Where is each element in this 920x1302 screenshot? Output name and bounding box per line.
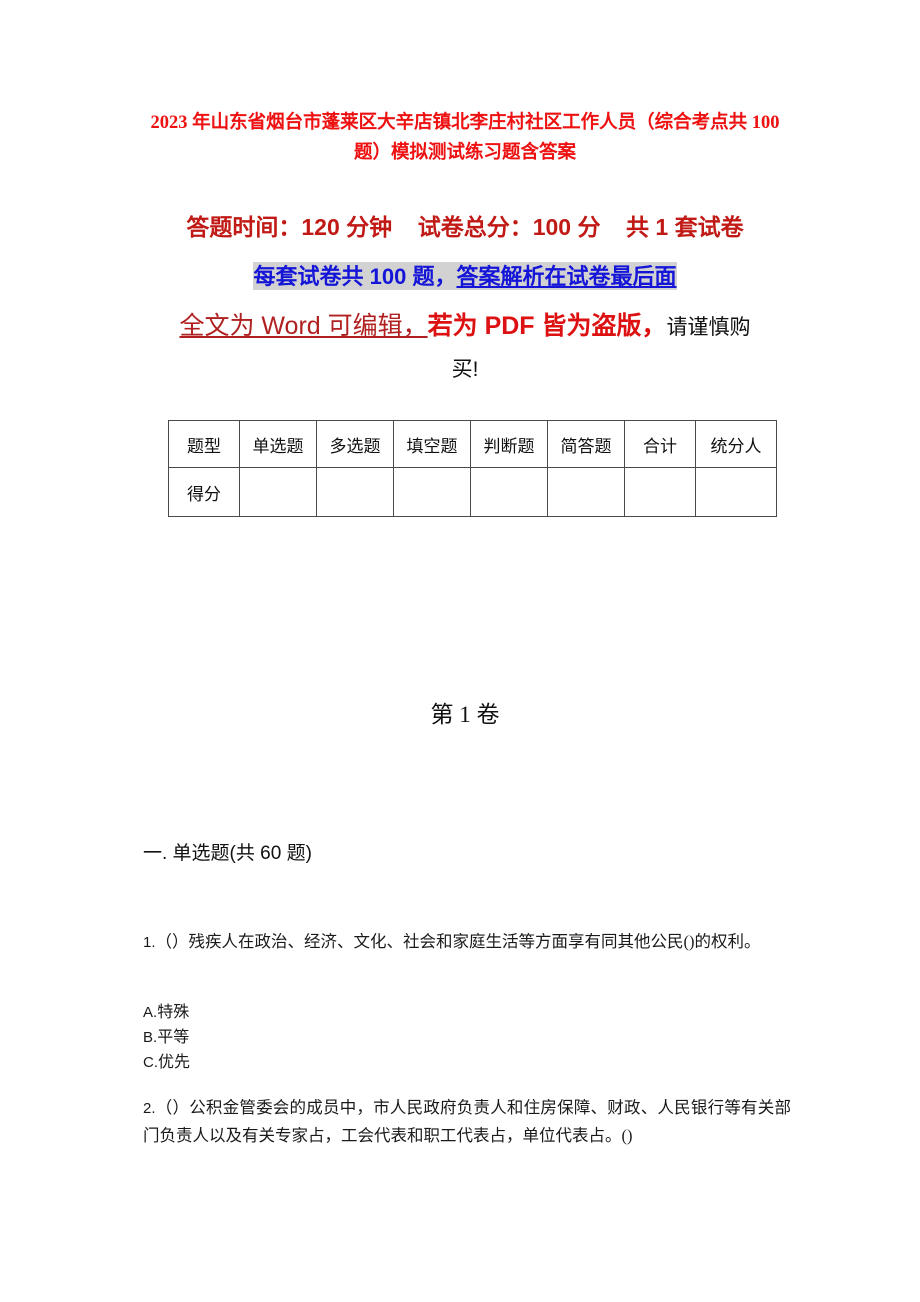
word-editable-text: 全文为 Word 可编辑， — [179, 312, 428, 340]
score-cell[interactable] — [624, 467, 696, 517]
table-header-cell: 合计 — [624, 420, 696, 468]
answer-location-notice: 每套试卷共 100 题，答案解析在试卷最后面 — [145, 260, 785, 301]
option-item[interactable]: B.平等 — [143, 1025, 543, 1050]
question-blank-marker: （） — [155, 1098, 190, 1117]
question-text: 公积金管委会的成员中，市人民政府负责人和住房保障、财政、人民银行等有关部门负责人… — [143, 1098, 792, 1145]
score-cell[interactable] — [547, 467, 625, 517]
exam-meta-line: 答题时间：120 分钟 试卷总分：100 分 共 1 套试卷 — [186, 214, 744, 240]
score-row-label: 得分 — [168, 467, 240, 517]
table-header-cell: 单选题 — [239, 420, 317, 468]
score-table-container: 题型 单选题 多选题 填空题 判断题 简答题 合计 统分人 得分 — [168, 420, 777, 517]
purchase-caution-continuation: 买! — [451, 358, 479, 381]
table-header-cell: 多选题 — [316, 420, 394, 468]
answer-location-link-text: 答案解析在试卷最后面 — [456, 264, 677, 289]
option-text: 平等 — [157, 1029, 190, 1046]
volume-heading: 第 1 卷 — [430, 702, 500, 727]
score-table: 题型 单选题 多选题 填空题 判断题 简答题 合计 统分人 得分 — [168, 420, 777, 517]
score-cell[interactable] — [695, 467, 777, 517]
option-letter: C. — [143, 1054, 158, 1071]
table-header-cell: 统分人 — [695, 420, 777, 468]
score-cell[interactable] — [393, 467, 471, 517]
question-options: A.特殊 B.平等 C.优先 — [143, 1000, 543, 1075]
option-text: 优先 — [158, 1054, 191, 1071]
option-text: 特殊 — [157, 1004, 190, 1021]
section-heading-single-choice: 一. 单选题(共 60 题) — [143, 843, 312, 864]
table-header-cell: 判断题 — [470, 420, 548, 468]
table-header-cell: 简答题 — [547, 420, 625, 468]
option-letter: A. — [143, 1004, 158, 1021]
question-number: 2. — [143, 1100, 156, 1117]
table-row: 得分 — [168, 467, 777, 517]
option-item[interactable]: A.特殊 — [143, 1000, 543, 1025]
table-header-cell: 题型 — [168, 420, 240, 468]
option-letter: B. — [143, 1029, 158, 1046]
score-cell[interactable] — [239, 467, 317, 517]
question-text: 残疾人在政治、经济、文化、社会和家庭生活等方面享有同其他公民()的权利。 — [188, 932, 761, 951]
question-item: 2.（）公积金管委会的成员中，市人民政府负责人和住房保障、财政、人民银行等有关部… — [143, 1094, 791, 1149]
table-header-cell: 填空题 — [393, 420, 471, 468]
question-item: 1.（）残疾人在政治、经济、文化、社会和家庭生活等方面享有同其他公民()的权利。 — [143, 928, 791, 956]
answer-location-highlight: 每套试卷共 100 题，答案解析在试卷最后面 — [252, 262, 678, 290]
pdf-pirated-text: 若为 PDF 皆为盗版， — [427, 312, 667, 340]
page-title: 2023 年山东省烟台市蓬莱区大辛店镇北李庄村社区工作人员（综合考点共 100 … — [150, 113, 780, 163]
question-count-text: 每套试卷共 100 题， — [253, 264, 457, 289]
score-cell[interactable] — [316, 467, 394, 517]
purchase-caution-text: 请谨慎购 — [666, 316, 751, 339]
document-page: 2023 年山东省烟台市蓬莱区大辛店镇北李庄村社区工作人员（综合考点共 100 … — [0, 0, 920, 1302]
piracy-warning-line: 全文为 Word 可编辑，若为 PDF 皆为盗版，请谨慎购 — [145, 307, 785, 353]
table-header-row: 题型 单选题 多选题 填空题 判断题 简答题 合计 统分人 — [168, 420, 777, 468]
option-item[interactable]: C.优先 — [143, 1050, 543, 1075]
score-cell[interactable] — [470, 467, 548, 517]
question-number: 1. — [143, 934, 156, 951]
question-blank-marker: （） — [155, 932, 189, 951]
